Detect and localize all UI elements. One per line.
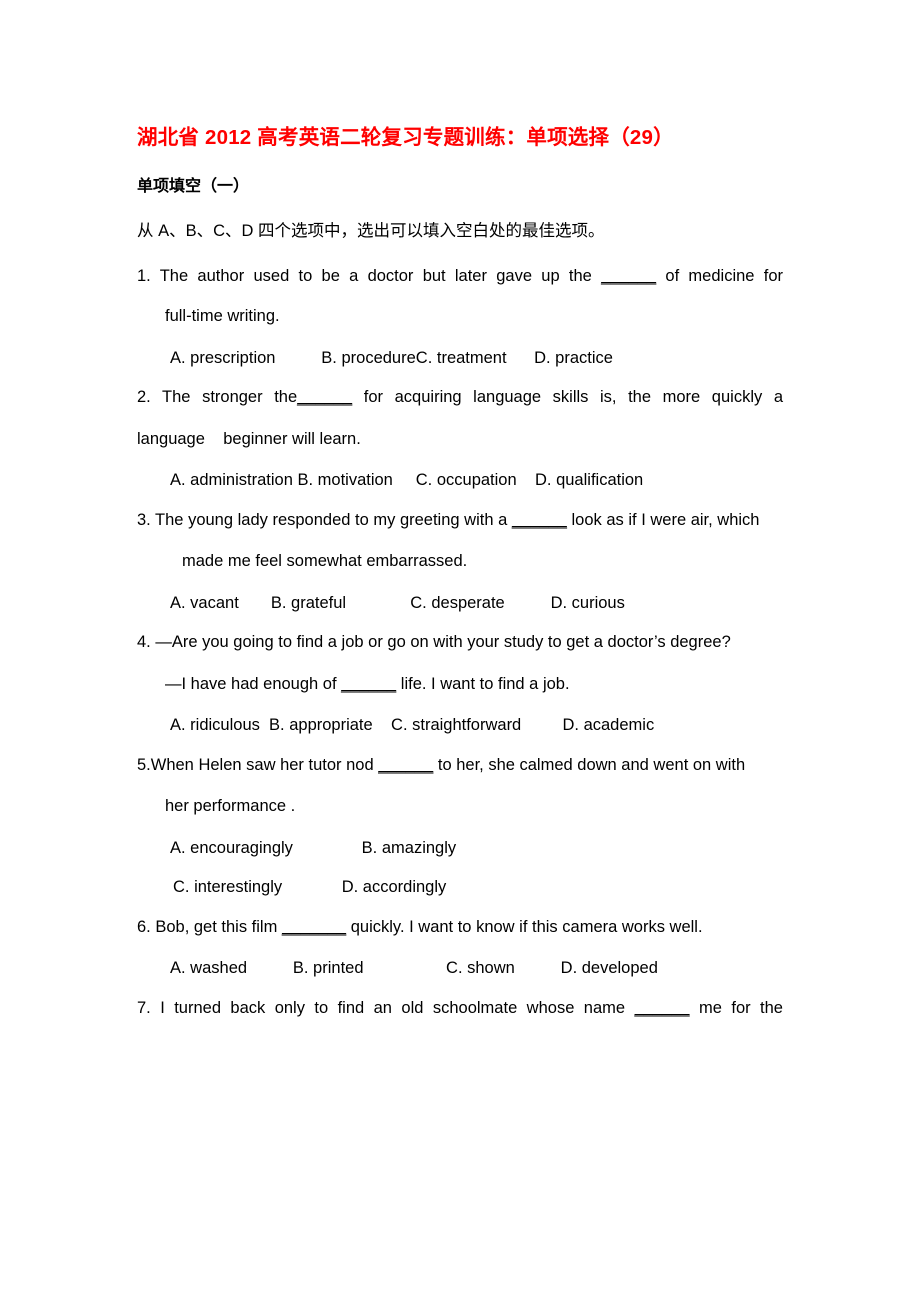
question-4-blank: ______ bbox=[341, 674, 397, 693]
question-2: 2. The stronger the______ for acquiring … bbox=[137, 389, 783, 489]
question-1-stem-line-1: 1. The author used to be a doctor but la… bbox=[137, 268, 783, 285]
document-page: 湖北省 2012 高考英语二轮复习专题训练：单项选择（29） 单项填空（一） 从… bbox=[0, 0, 920, 1302]
section-heading: 单项填空（一） bbox=[137, 177, 250, 195]
question-4-reply-pre: —I have had enough of bbox=[165, 674, 342, 693]
question-2-stem-line-1: 2. The stronger the______ for acquiring … bbox=[137, 389, 783, 406]
instruction-text: 从 A、B、C、D 四个选项中，选出可以填入空白处的最佳选项。 bbox=[137, 222, 605, 241]
question-5-blank: ______ bbox=[378, 755, 434, 774]
question-7: 7. I turned back only to find an old sch… bbox=[137, 1000, 783, 1017]
question-6-stem-line-1: 6. Bob, get this film _______ quickly. I… bbox=[137, 919, 783, 936]
page-title: 湖北省 2012 高考英语二轮复习专题训练：单项选择（29） bbox=[137, 126, 674, 149]
question-4-options: A. ridiculous B. appropriate C. straight… bbox=[170, 716, 655, 735]
question-2-blank: ______ bbox=[297, 388, 353, 407]
question-2-stem-post: for acquiring language skills is, the mo… bbox=[352, 388, 783, 407]
question-2-stem-line-2: language beginner will learn. bbox=[137, 429, 361, 448]
question-4-reply-post: life. I want to find a job. bbox=[396, 674, 570, 693]
question-2-options: A. administration B. motivation C. occup… bbox=[170, 471, 644, 490]
question-7-stem-post: me for the bbox=[689, 998, 783, 1017]
question-5-options-row-2: C. interestingly D. accordingly bbox=[173, 878, 447, 897]
question-3: 3. The young lady responded to my greeti… bbox=[137, 512, 783, 612]
question-5-stem-line-2: her performance . bbox=[165, 797, 296, 816]
question-3-stem-post: look as if I were air, which bbox=[566, 510, 760, 529]
question-1-stem-line-2: full-time writing. bbox=[165, 307, 280, 326]
question-1-blank: ______ bbox=[601, 266, 657, 285]
question-5-stem-pre: 5.When Helen saw her tutor nod bbox=[137, 755, 379, 774]
question-3-blank: ______ bbox=[511, 510, 567, 529]
question-3-stem-line-1: 3. The young lady responded to my greeti… bbox=[137, 512, 783, 529]
question-5: 5.When Helen saw her tutor nod ______ to… bbox=[137, 757, 783, 896]
question-7-blank: ______ bbox=[634, 998, 690, 1017]
question-6: 6. Bob, get this film _______ quickly. I… bbox=[137, 919, 783, 977]
question-6-stem-post: quickly. I want to know if this camera w… bbox=[346, 917, 703, 936]
question-2-stem-pre: 2. The stronger the bbox=[137, 388, 298, 407]
question-1-stem-post: of medicine for bbox=[656, 266, 783, 285]
question-1-stem-pre: 1. The author used to be a doctor but la… bbox=[137, 266, 602, 285]
question-3-options: A. vacant B. grateful C. desperate D. cu… bbox=[170, 593, 625, 612]
question-5-stem-post: to her, she calmed down and went on with bbox=[433, 755, 746, 774]
question-1: 1. The author used to be a doctor but la… bbox=[137, 268, 783, 367]
question-4-stem-line-1: 4. —Are you going to find a job or go on… bbox=[137, 633, 731, 652]
question-4: 4. —Are you going to find a job or go on… bbox=[137, 634, 783, 734]
question-5-stem-line-1: 5.When Helen saw her tutor nod ______ to… bbox=[137, 757, 783, 774]
question-7-stem-pre: 7. I turned back only to find an old sch… bbox=[137, 998, 635, 1017]
question-5-options-row-1: A. encouragingly B. amazingly bbox=[170, 838, 457, 857]
question-4-stem-line-2: —I have had enough of ______ life. I wan… bbox=[137, 676, 783, 693]
question-1-options: A. prescription B. procedureC. treatment… bbox=[170, 348, 613, 367]
question-6-blank: _______ bbox=[281, 917, 347, 936]
question-3-stem-line-2: made me feel somewhat embarrassed. bbox=[182, 552, 468, 571]
question-6-stem-pre: 6. Bob, get this film bbox=[137, 917, 282, 936]
question-7-stem-line-1: 7. I turned back only to find an old sch… bbox=[137, 1000, 783, 1017]
question-6-options: A. washed B. printed C. shown D. develop… bbox=[170, 959, 658, 978]
question-3-stem-pre: 3. The young lady responded to my greeti… bbox=[137, 510, 512, 529]
